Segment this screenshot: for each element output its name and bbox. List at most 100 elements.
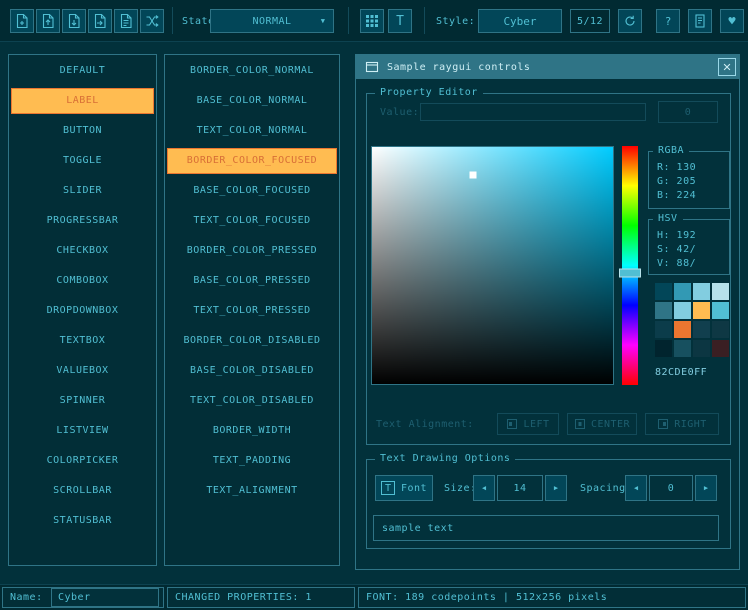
controls-list-item[interactable]: DEFAULT xyxy=(11,58,154,84)
controls-list-item[interactable]: LISTVIEW xyxy=(11,418,154,444)
sponsor-button[interactable]: ♥ xyxy=(720,9,744,33)
controls-list-item[interactable]: TOGGLE xyxy=(11,148,154,174)
align-right-icon xyxy=(657,418,669,430)
palette-swatch[interactable] xyxy=(693,302,710,319)
palette-swatch[interactable] xyxy=(712,321,729,338)
palette-swatch[interactable] xyxy=(674,283,691,300)
properties-list-item[interactable]: BASE_COLOR_FOCUSED xyxy=(167,178,337,204)
align-left-button[interactable]: LEFT xyxy=(497,413,559,435)
spacing-increase-button[interactable]: ▶ xyxy=(695,475,717,501)
spacing-value-box[interactable]: 0 xyxy=(649,475,693,501)
palette-swatch[interactable] xyxy=(655,340,672,357)
about-button[interactable] xyxy=(688,9,712,33)
controls-list-item[interactable]: LABEL xyxy=(11,88,154,114)
close-window-button[interactable] xyxy=(718,58,736,76)
new-style-button[interactable] xyxy=(10,9,34,33)
style-index-box[interactable]: 5/12 xyxy=(570,9,610,33)
colorpicker-cursor[interactable] xyxy=(470,172,477,179)
controls-list-item[interactable]: STATUSBAR xyxy=(11,508,154,534)
align-right-button[interactable]: RIGHT xyxy=(645,413,719,435)
reload-style-button[interactable] xyxy=(618,9,642,33)
properties-list-item[interactable]: BORDER_COLOR_NORMAL xyxy=(167,58,337,84)
sample-text-input[interactable]: sample text xyxy=(373,515,719,541)
load-style-button[interactable] xyxy=(36,9,60,33)
properties-list-item[interactable]: BORDER_COLOR_PRESSED xyxy=(167,238,337,264)
controls-list-item[interactable]: COLORPICKER xyxy=(11,448,154,474)
controls-list: DEFAULT LABEL BUTTON TOGGLE SLIDER PROGRESSBA… xyxy=(8,54,157,566)
controls-list-item[interactable]: BUTTON xyxy=(11,118,154,144)
properties-list-item[interactable]: TEXT_COLOR_FOCUSED xyxy=(167,208,337,234)
properties-list-item[interactable]: BORDER_WIDTH xyxy=(167,418,337,444)
controls-list-item[interactable]: SLIDER xyxy=(11,178,154,204)
controls-list-item[interactable]: SCROLLBAR xyxy=(11,478,154,504)
properties-list-item[interactable]: BASE_COLOR_NORMAL xyxy=(167,88,337,114)
palette-swatch[interactable] xyxy=(674,321,691,338)
state-dropdown[interactable]: NORMAL ▼ xyxy=(210,9,334,33)
properties-list-item[interactable]: TEXT_COLOR_PRESSED xyxy=(167,298,337,324)
window-title: Sample raygui controls xyxy=(387,62,530,73)
palette-swatch[interactable] xyxy=(712,340,729,357)
value-slider[interactable] xyxy=(420,103,646,121)
style-name-button[interactable]: Cyber xyxy=(478,9,562,33)
grid-icon xyxy=(364,13,380,29)
random-style-button[interactable] xyxy=(140,9,164,33)
style-text-button[interactable] xyxy=(114,9,138,33)
hue-slider-handle[interactable] xyxy=(619,269,641,278)
statusbar: Name: Cyber CHANGED PROPERTIES: 1 FONT: … xyxy=(0,584,748,610)
controls-list-item[interactable]: VALUEBOX xyxy=(11,358,154,384)
controls-list-item[interactable]: CHECKBOX xyxy=(11,238,154,264)
spacing-decrease-button[interactable]: ◀ xyxy=(625,475,647,501)
style-name-input[interactable]: Cyber xyxy=(51,588,159,607)
font-editor-button[interactable]: T xyxy=(388,9,412,33)
hue-slider[interactable] xyxy=(622,146,638,385)
palette-swatch[interactable] xyxy=(693,283,710,300)
hex-color-value[interactable]: 82CDE0FF xyxy=(655,367,707,378)
window-titlebar[interactable]: Sample raygui controls xyxy=(356,55,739,79)
properties-list-item[interactable]: TEXT_COLOR_DISABLED xyxy=(167,388,337,414)
help-button[interactable]: ? xyxy=(656,9,680,33)
properties-list-item[interactable]: TEXT_PADDING xyxy=(167,448,337,474)
palette-swatch[interactable] xyxy=(693,340,710,357)
properties-list-item[interactable]: TEXT_COLOR_NORMAL xyxy=(167,118,337,144)
value-box[interactable]: 0 xyxy=(658,101,718,123)
align-center-label: CENTER xyxy=(591,419,630,430)
palette-swatch[interactable] xyxy=(655,302,672,319)
align-left-label: LEFT xyxy=(523,419,549,430)
palette-swatch[interactable] xyxy=(712,302,729,319)
properties-list-item[interactable]: TEXT_ALIGNMENT xyxy=(167,478,337,504)
rgba-value: R: 130 xyxy=(657,161,725,175)
color-picker-panel[interactable] xyxy=(371,146,614,385)
properties-list-item[interactable]: BORDER_COLOR_DISABLED xyxy=(167,328,337,354)
hsv-value: H: 192 xyxy=(657,229,725,243)
controls-list-item[interactable]: DROPDOWNBOX xyxy=(11,298,154,324)
export-style-button[interactable] xyxy=(88,9,112,33)
font-button[interactable]: T Font xyxy=(375,475,433,501)
controls-list-item[interactable]: TEXTBOX xyxy=(11,328,154,354)
align-center-icon xyxy=(574,418,586,430)
text-alignment-label: Text Alignment: xyxy=(376,419,474,430)
align-center-button[interactable]: CENTER xyxy=(567,413,637,435)
palette-swatch[interactable] xyxy=(674,302,691,319)
properties-list-item[interactable]: BASE_COLOR_PRESSED xyxy=(167,268,337,294)
name-label: Name: xyxy=(10,592,43,603)
palette-swatch[interactable] xyxy=(655,321,672,338)
properties-list: BORDER_COLOR_NORMAL BASE_COLOR_NORMAL TEXT… xyxy=(164,54,340,566)
properties-list-item[interactable]: BORDER_COLOR_FOCUSED xyxy=(167,148,337,174)
export-file-icon xyxy=(92,13,108,29)
align-right-label: RIGHT xyxy=(674,419,707,430)
properties-list-item[interactable]: BASE_COLOR_DISABLED xyxy=(167,358,337,384)
save-file-icon xyxy=(66,13,82,29)
size-increase-button[interactable]: ▶ xyxy=(545,475,567,501)
style-table-button[interactable] xyxy=(360,9,384,33)
save-style-button[interactable] xyxy=(62,9,86,33)
palette-swatch[interactable] xyxy=(674,340,691,357)
controls-list-item[interactable]: PROGRESSBAR xyxy=(11,208,154,234)
palette-swatch[interactable] xyxy=(693,321,710,338)
palette-swatch[interactable] xyxy=(712,283,729,300)
controls-list-item[interactable]: SPINNER xyxy=(11,388,154,414)
palette-swatch[interactable] xyxy=(655,283,672,300)
controls-list-item[interactable]: COMBOBOX xyxy=(11,268,154,294)
toolbar-divider xyxy=(172,7,173,34)
size-decrease-button[interactable]: ◀ xyxy=(473,475,495,501)
size-value-box[interactable]: 14 xyxy=(497,475,543,501)
